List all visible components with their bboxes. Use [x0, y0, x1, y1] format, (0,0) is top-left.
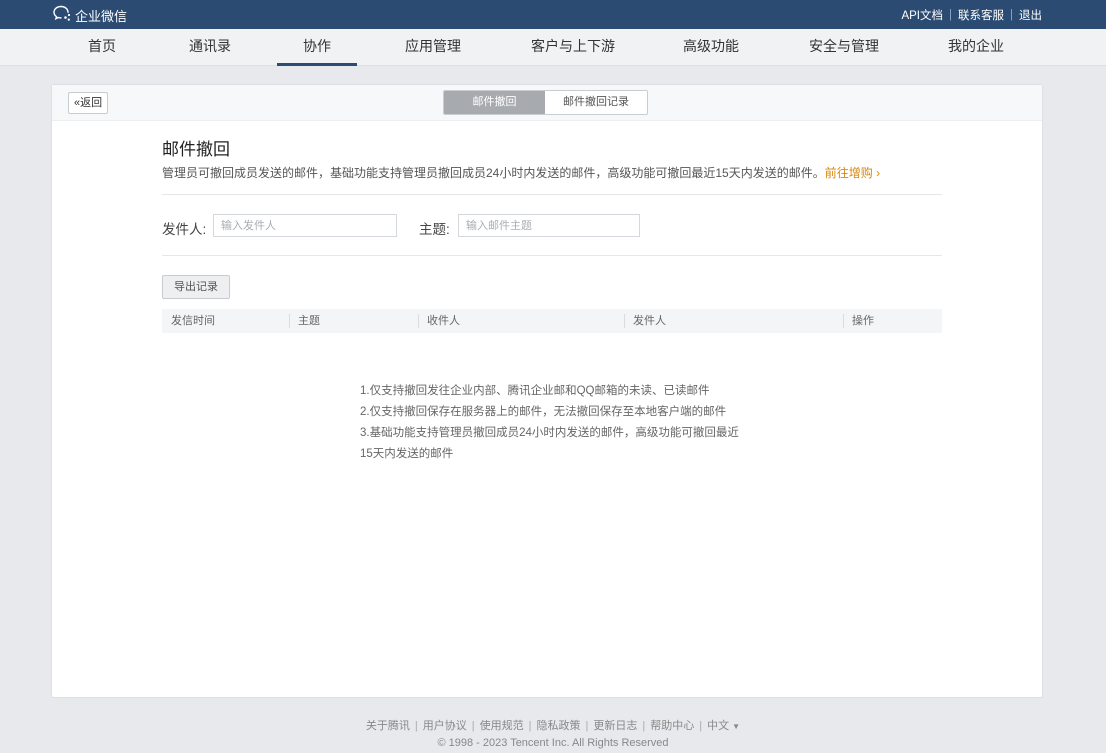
subject-label: 主题:: [419, 222, 450, 237]
table-header: 发信时间 主题 收件人 发件人 操作: [162, 309, 942, 333]
content-card: «返回 邮件撤回 邮件撤回记录 邮件撤回 管理员可撤回成员发送的邮件，基础功能支…: [51, 84, 1043, 698]
note-item: 1.仅支持撤回发往企业内部、腾讯企业邮和QQ邮箱的未读、已读邮件: [360, 385, 710, 397]
divider: |: [949, 9, 952, 21]
upgrade-link[interactable]: 前往增购 ›: [825, 166, 880, 180]
nav-item-advanced[interactable]: 高级功能: [673, 29, 749, 66]
footer-link-help-center[interactable]: 帮助中心: [650, 720, 694, 732]
top-bar: 企业微信 API文档 | 联系客服 | 退出: [0, 0, 1106, 29]
nav-item-customers[interactable]: 客户与上下游: [525, 29, 621, 66]
wecom-logo-icon: [52, 5, 72, 25]
subject-input[interactable]: [458, 214, 640, 237]
page-title: 邮件撤回: [162, 140, 230, 159]
divider: |: [471, 720, 475, 732]
divider: |: [528, 720, 532, 732]
nav-item-security[interactable]: 安全与管理: [804, 29, 884, 66]
copyright: © 1998 - 2023 Tencent Inc. All Rights Re…: [437, 737, 669, 749]
column-header-sender: 发件人: [624, 309, 666, 333]
description-text: 管理员可撤回成员发送的邮件，基础功能支持管理员撤回成员24小时内发送的邮件，高级…: [162, 166, 825, 180]
column-header-recipients: 收件人: [418, 309, 460, 333]
empty-state-notes: 1.仅支持撤回发往企业内部、腾讯企业邮和QQ邮箱的未读、已读邮件 2.仅支持撤回…: [360, 381, 760, 465]
tab-recall-records[interactable]: 邮件撤回记录: [545, 91, 647, 114]
api-docs-link[interactable]: API文档: [901, 7, 943, 23]
back-button[interactable]: «返回: [68, 92, 109, 114]
divider: |: [414, 720, 418, 732]
nav-item-contacts[interactable]: 通讯录: [178, 29, 242, 66]
language-label: 中文: [707, 720, 730, 732]
chevron-right-icon: ›: [876, 166, 881, 180]
back-label: 返回: [80, 97, 103, 109]
sender-label: 发件人:: [162, 222, 207, 237]
brand-name: 企业微信: [75, 8, 128, 24]
footer-link-privacy[interactable]: 隐私政策: [537, 720, 581, 732]
divider: [162, 255, 942, 256]
upgrade-link-label: 前往增购: [824, 166, 873, 180]
brand-logo[interactable]: 企业微信: [52, 5, 127, 25]
divider: |: [585, 720, 589, 732]
note-item: 2.仅支持撤回保存在服务器上的邮件，无法撤回保存至本地客户端的邮件: [360, 406, 727, 418]
nav-item-collaboration[interactable]: 协作: [277, 29, 357, 66]
divider: |: [642, 720, 646, 732]
divider: [162, 194, 942, 195]
column-header-send-time: 发信时间: [171, 315, 215, 327]
footer-link-about[interactable]: 关于腾讯: [366, 720, 410, 732]
nav-item-home[interactable]: 首页: [76, 29, 128, 66]
sender-input[interactable]: [213, 214, 397, 237]
main-nav: 首页 通讯录 协作 应用管理 客户与上下游 高级功能 安全与管理 我的企业: [0, 29, 1106, 66]
export-records-button[interactable]: 导出记录: [162, 275, 230, 299]
page-description: 管理员可撤回成员发送的邮件，基础功能支持管理员撤回成员24小时内发送的邮件，高级…: [162, 164, 880, 181]
top-links: API文档 | 联系客服 | 退出: [901, 7, 1042, 23]
footer-link-changelog[interactable]: 更新日志: [593, 720, 637, 732]
note-item: 3.基础功能支持管理员撤回成员24小时内发送的邮件，高级功能可撤回最近15天内发…: [360, 427, 739, 460]
divider: |: [1010, 9, 1013, 21]
column-header-actions: 操作: [843, 309, 874, 333]
contact-support-link[interactable]: 联系客服: [958, 7, 1004, 23]
footer-link-usage-rules[interactable]: 使用规范: [480, 720, 524, 732]
logout-link[interactable]: 退出: [1019, 7, 1042, 23]
nav-item-my-company[interactable]: 我的企业: [938, 29, 1014, 66]
footer-link-user-agreement[interactable]: 用户协议: [423, 720, 467, 732]
card-header: «返回 邮件撤回 邮件撤回记录: [52, 85, 1042, 121]
column-header-subject: 主题: [289, 309, 320, 333]
tab-mail-recall[interactable]: 邮件撤回: [444, 91, 545, 114]
divider: |: [699, 720, 703, 732]
caret-down-icon: ▼: [732, 722, 741, 731]
nav-item-app-management[interactable]: 应用管理: [395, 29, 471, 66]
language-selector[interactable]: 中文 ▼: [707, 720, 740, 732]
footer-links: 关于腾讯 | 用户协议 | 使用规范 | 隐私政策 | 更新日志 | 帮助中心 | 中文 ▼: [0, 717, 1106, 733]
tab-switcher: 邮件撤回 邮件撤回记录: [443, 90, 648, 115]
